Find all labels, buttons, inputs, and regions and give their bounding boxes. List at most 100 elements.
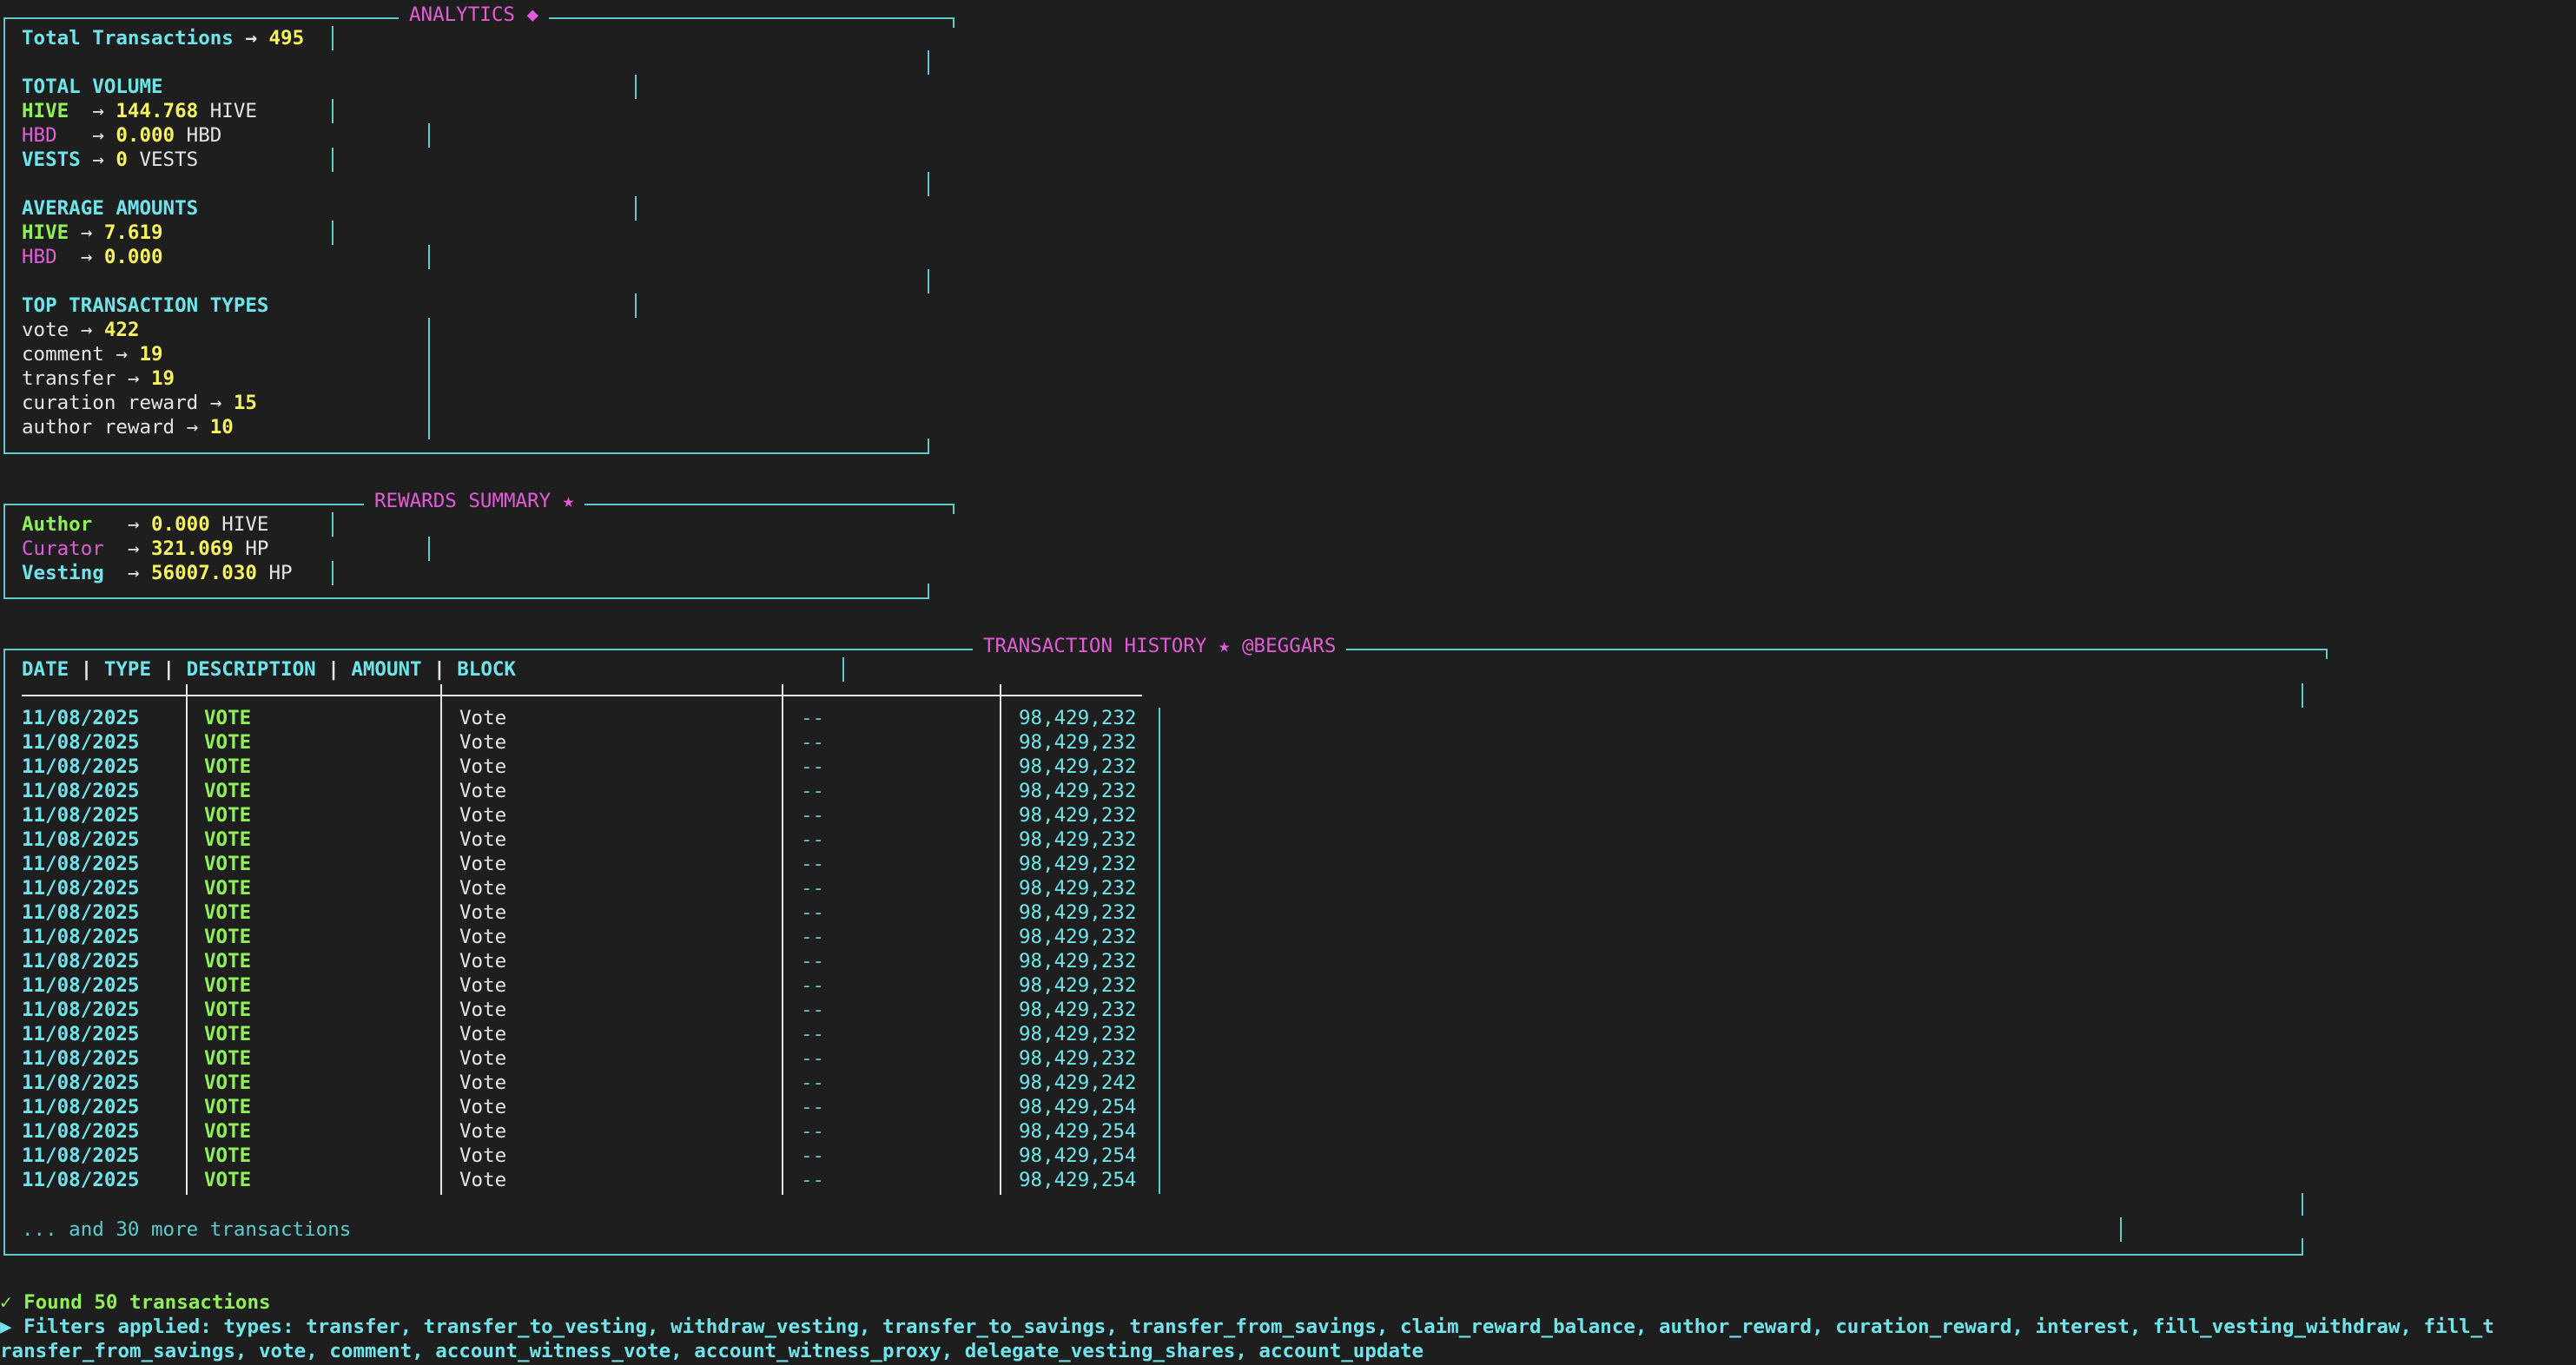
reward-curator-row: Curator → 321.069 HP — [22, 537, 269, 560]
cell-date: 11/08/2025 — [22, 926, 140, 948]
total-volume-header: TOTAL VOLUME — [22, 76, 163, 98]
volume-hive-value: 144.768 — [116, 100, 199, 122]
cell-amount: -- — [801, 1072, 825, 1094]
type-name: curation reward — [22, 392, 199, 414]
cell-amount: -- — [801, 853, 825, 875]
top-types-header: TOP TRANSACTION TYPES — [22, 294, 269, 317]
cell-date: 11/08/2025 — [22, 999, 140, 1021]
average-hbd-label: HBD — [22, 246, 57, 268]
cell-block: 98,429,254 — [1019, 1144, 1137, 1167]
cell-amount: -- — [801, 1023, 825, 1045]
rewards-title: REWARDS SUMMARY ★ — [364, 489, 585, 513]
cell-amount: -- — [801, 707, 825, 729]
type-name: author reward — [22, 416, 175, 439]
type-count: 19 — [139, 343, 163, 366]
cell-type: VOTE — [204, 974, 252, 997]
cell-type: VOTE — [204, 1120, 252, 1143]
average-hive-label: HIVE — [22, 221, 69, 244]
cell-description: Vote — [459, 1072, 507, 1094]
cell-type: VOTE — [204, 950, 252, 973]
cell-amount: -- — [801, 804, 825, 827]
cell-amount: -- — [801, 1169, 825, 1191]
col-header-amount: AMOUNT — [351, 658, 422, 681]
type-count: 422 — [103, 319, 140, 341]
cell-type: VOTE — [204, 1169, 252, 1191]
cell-amount: -- — [801, 780, 825, 802]
volume-vests-row: VESTS → 0 VESTS — [22, 148, 199, 171]
cell-type: VOTE — [204, 780, 252, 802]
cell-block: 98,429,232 — [1019, 828, 1137, 851]
cell-date: 11/08/2025 — [22, 877, 140, 900]
cell-description: Vote — [459, 1120, 507, 1143]
reward-vesting-label: Vesting — [22, 562, 104, 584]
cell-description: Vote — [459, 755, 507, 778]
analytics-title: ANALYTICS ◆ — [399, 3, 550, 27]
cell-description: Vote — [459, 1169, 507, 1191]
divider — [428, 537, 430, 561]
type-count: 19 — [151, 367, 175, 390]
divider — [2120, 1217, 2122, 1242]
col-sep-3 — [782, 684, 783, 1195]
filters-line-2: ransfer_from_savings, vote, comment, acc… — [0, 1340, 1424, 1362]
rewards-bottom-border — [3, 597, 929, 599]
history-title: TRANSACTION HISTORY ★ @BEGGARS — [973, 634, 1347, 658]
cell-date: 11/08/2025 — [22, 1120, 140, 1143]
average-hive-row: HIVE → 7.619 — [22, 221, 163, 244]
type-name: comment — [22, 343, 104, 366]
cell-type: VOTE — [204, 1047, 252, 1070]
cell-block: 98,429,232 — [1019, 877, 1137, 900]
cell-type: VOTE — [204, 1023, 252, 1045]
divider — [428, 318, 430, 439]
cell-block: 98,429,254 — [1019, 1096, 1137, 1118]
cell-date: 11/08/2025 — [22, 828, 140, 851]
analytics-top-right-tick — [953, 17, 954, 28]
cell-type: VOTE — [204, 1096, 252, 1118]
cell-block: 98,429,232 — [1019, 804, 1137, 827]
cell-block: 98,429,232 — [1019, 1047, 1137, 1070]
cell-type: VOTE — [204, 853, 252, 875]
filters-line-1: ▶ Filters applied: types: transfer, tran… — [0, 1316, 2494, 1338]
cell-block: 98,429,232 — [1019, 755, 1137, 778]
divider — [635, 293, 637, 318]
col-sep-1 — [186, 684, 188, 1195]
cell-amount: -- — [801, 974, 825, 997]
divider — [928, 50, 929, 75]
cell-description: Vote — [459, 804, 507, 827]
divider — [428, 123, 430, 148]
cell-block: 98,429,242 — [1019, 1072, 1137, 1094]
cell-description: Vote — [459, 877, 507, 900]
cell-amount: -- — [801, 877, 825, 900]
cell-block: 98,429,254 — [1019, 1169, 1137, 1191]
cell-description: Vote — [459, 999, 507, 1021]
cell-block: 98,429,232 — [1019, 901, 1137, 924]
cell-type: VOTE — [204, 999, 252, 1021]
col-header-date: DATE — [22, 658, 69, 681]
reward-author-row: Author → 0.000 HIVE — [22, 513, 269, 536]
cell-amount: -- — [801, 1096, 825, 1118]
average-hbd-row: HBD → 0.000 — [22, 246, 163, 268]
cell-description: Vote — [459, 1047, 507, 1070]
divider — [635, 75, 637, 99]
cell-amount: -- — [801, 1047, 825, 1070]
cell-description: Vote — [459, 1144, 507, 1167]
divider — [635, 196, 637, 221]
cell-description: Vote — [459, 974, 507, 997]
table-right-edge — [1159, 708, 1160, 1194]
reward-vesting-row: Vesting → 56007.030 HP — [22, 562, 293, 584]
cell-date: 11/08/2025 — [22, 1169, 140, 1191]
cell-block: 98,429,232 — [1019, 999, 1137, 1021]
cell-type: VOTE — [204, 877, 252, 900]
volume-vests-label: VESTS — [22, 148, 81, 171]
cell-type: VOTE — [204, 1072, 252, 1094]
volume-hive-label: HIVE — [22, 100, 69, 122]
cell-type: VOTE — [204, 707, 252, 729]
cell-amount: -- — [801, 755, 825, 778]
cell-amount: -- — [801, 1120, 825, 1143]
cell-description: Vote — [459, 731, 507, 754]
cell-description: Vote — [459, 853, 507, 875]
cell-description: Vote — [459, 780, 507, 802]
type-row-curation-reward: curation reward → 15 — [22, 392, 257, 414]
type-name: vote — [22, 319, 69, 341]
cell-description: Vote — [459, 1096, 507, 1118]
divider — [332, 512, 334, 537]
